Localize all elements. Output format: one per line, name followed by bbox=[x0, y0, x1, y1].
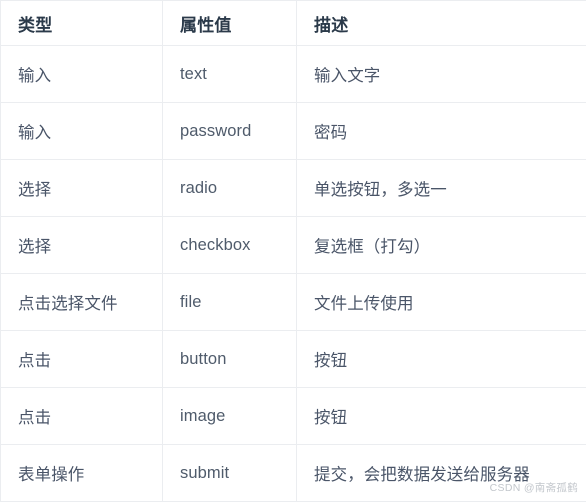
table-row: 点击 button 按钮 bbox=[1, 331, 586, 388]
table-header-row: 类型 属性值 描述 bbox=[1, 1, 586, 46]
cell-desc: 提交，会把数据发送给服务器 bbox=[297, 445, 586, 502]
table-row: 输入 text 输入文字 bbox=[1, 46, 586, 103]
cell-type: 点击 bbox=[1, 331, 163, 388]
cell-type: 表单操作 bbox=[1, 445, 163, 502]
cell-type: 点击选择文件 bbox=[1, 274, 163, 331]
cell-desc: 密码 bbox=[297, 103, 586, 160]
cell-type: 输入 bbox=[1, 46, 163, 103]
cell-desc: 文件上传使用 bbox=[297, 274, 586, 331]
cell-desc: 单选按钮，多选一 bbox=[297, 160, 586, 217]
cell-desc: 按钮 bbox=[297, 331, 586, 388]
cell-desc: 复选框（打勾） bbox=[297, 217, 586, 274]
table-row: 点击选择文件 file 文件上传使用 bbox=[1, 274, 586, 331]
cell-value: submit bbox=[163, 445, 297, 502]
cell-type: 点击 bbox=[1, 388, 163, 445]
cell-type: 输入 bbox=[1, 103, 163, 160]
table-row: 选择 radio 单选按钮，多选一 bbox=[1, 160, 586, 217]
cell-value: text bbox=[163, 46, 297, 103]
cell-value: password bbox=[163, 103, 297, 160]
input-type-reference-table-container: 类型 属性值 描述 输入 text 输入文字 输入 password 密码 选择… bbox=[0, 0, 586, 500]
table-header: 类型 属性值 描述 bbox=[1, 1, 586, 46]
column-header-type: 类型 bbox=[1, 1, 163, 46]
cell-desc: 按钮 bbox=[297, 388, 586, 445]
cell-value: image bbox=[163, 388, 297, 445]
table-row: 选择 checkbox 复选框（打勾） bbox=[1, 217, 586, 274]
cell-desc: 输入文字 bbox=[297, 46, 586, 103]
column-header-value: 属性值 bbox=[163, 1, 297, 46]
cell-type: 选择 bbox=[1, 160, 163, 217]
cell-value: radio bbox=[163, 160, 297, 217]
input-type-reference-table: 类型 属性值 描述 输入 text 输入文字 输入 password 密码 选择… bbox=[0, 0, 586, 502]
table-row: 表单操作 submit 提交，会把数据发送给服务器 bbox=[1, 445, 586, 502]
column-header-desc: 描述 bbox=[297, 1, 586, 46]
table-row: 点击 image 按钮 bbox=[1, 388, 586, 445]
cell-value: checkbox bbox=[163, 217, 297, 274]
table-body: 输入 text 输入文字 输入 password 密码 选择 radio 单选按… bbox=[1, 46, 586, 502]
cell-type: 选择 bbox=[1, 217, 163, 274]
cell-value: file bbox=[163, 274, 297, 331]
cell-value: button bbox=[163, 331, 297, 388]
table-row: 输入 password 密码 bbox=[1, 103, 586, 160]
